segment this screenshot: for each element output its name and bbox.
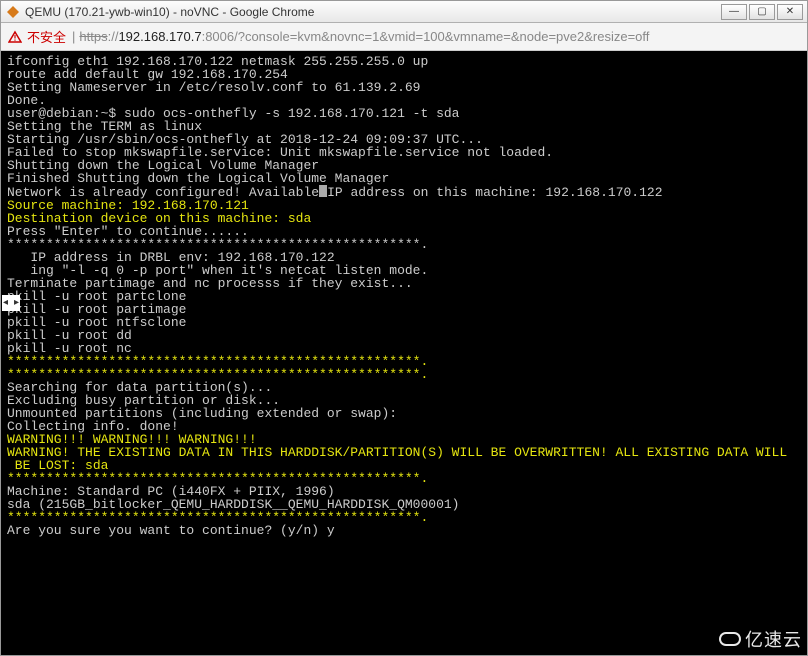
terminal-line <box>7 589 801 602</box>
window-close-button[interactable]: ✕ <box>777 4 803 20</box>
insecure-warning-icon <box>7 29 23 45</box>
watermark: 亿速云 <box>719 626 802 652</box>
url-scheme: https <box>79 29 107 44</box>
browser-window: QEMU (170.21-ywb-win10) - noVNC - Google… <box>0 0 808 656</box>
terminal-line: Network is already configured! Available… <box>7 185 801 199</box>
novnc-app-icon <box>5 4 21 20</box>
insecure-label: 不安全 <box>27 27 66 46</box>
terminal-line: WARNING! THE EXISTING DATA IN THIS HARDD… <box>7 446 801 459</box>
block-cursor <box>319 185 327 197</box>
terminal-line <box>7 615 801 628</box>
cloud-icon <box>719 632 741 646</box>
terminal-output[interactable]: ifconfig eth1 192.168.170.122 netmask 25… <box>1 51 807 655</box>
watermark-text: 亿速云 <box>745 626 802 652</box>
window-controls: — ▢ ✕ <box>719 4 803 20</box>
terminal-line: Are you sure you want to continue? (y/n)… <box>7 524 801 537</box>
separator: | <box>72 29 75 44</box>
url-sep: :// <box>108 29 119 44</box>
address-bar[interactable]: 不安全 | https :// 192.168.170.7 :8006/?con… <box>1 23 807 51</box>
terminal-line <box>7 602 801 615</box>
url-path: :8006/?console=kvm&novnc=1&vmid=100&vmna… <box>202 29 650 44</box>
terminal-line <box>7 576 801 589</box>
terminal-line <box>7 628 801 641</box>
terminal-line: Finished Shutting down the Logical Volum… <box>7 172 801 185</box>
window-titlebar[interactable]: QEMU (170.21-ywb-win10) - noVNC - Google… <box>1 1 807 23</box>
vnc-side-handle[interactable]: ◂ ▸ <box>2 295 20 311</box>
terminal-line <box>7 550 801 563</box>
terminal-line: Setting Nameserver in /etc/resolv.conf t… <box>7 81 801 94</box>
window-maximize-button[interactable]: ▢ <box>749 4 775 20</box>
window-minimize-button[interactable]: — <box>721 4 747 20</box>
terminal-line <box>7 537 801 550</box>
chevron-right-icon: ▸ <box>14 297 19 309</box>
url-host: 192.168.170.7 <box>118 29 201 44</box>
terminal-line <box>7 563 801 576</box>
window-title: QEMU (170.21-ywb-win10) - noVNC - Google… <box>25 5 719 19</box>
chevron-left-icon: ◂ <box>3 297 8 309</box>
